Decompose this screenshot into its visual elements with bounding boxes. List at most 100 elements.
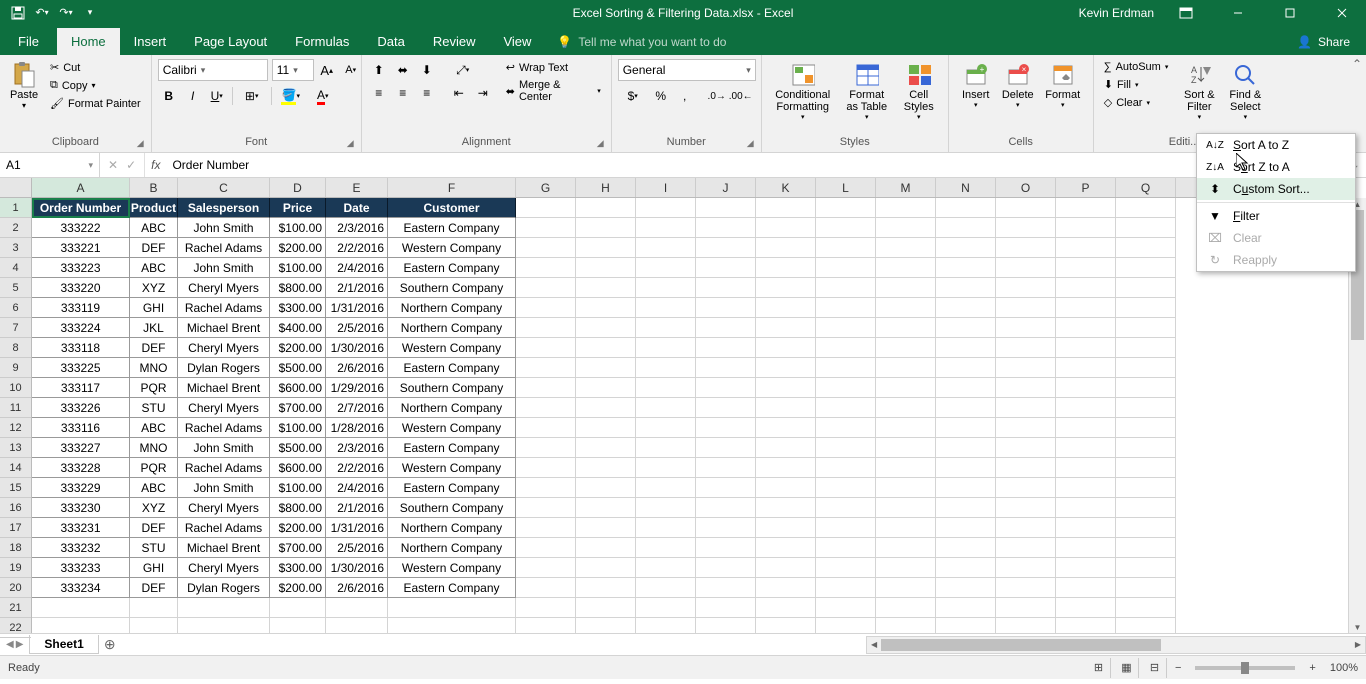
cell[interactable] <box>816 598 876 618</box>
cell[interactable] <box>936 218 996 238</box>
cell[interactable] <box>876 478 936 498</box>
bold-button[interactable]: B <box>158 85 180 107</box>
cell[interactable] <box>876 298 936 318</box>
font-name-combo[interactable]: Calibri▾ <box>158 59 268 81</box>
cell[interactable] <box>1056 218 1116 238</box>
cell[interactable] <box>756 458 816 478</box>
cell[interactable] <box>636 538 696 558</box>
cell[interactable] <box>696 598 756 618</box>
scroll-down-icon[interactable]: ▼ <box>1349 621 1366 633</box>
cell[interactable] <box>516 478 576 498</box>
cell[interactable] <box>576 318 636 338</box>
cell[interactable] <box>996 418 1056 438</box>
cell[interactable] <box>576 258 636 278</box>
cell[interactable]: Eastern Company <box>388 438 516 458</box>
cell[interactable]: Western Company <box>388 238 516 258</box>
cell[interactable] <box>876 358 936 378</box>
cell[interactable] <box>576 498 636 518</box>
cell[interactable]: Dylan Rogers <box>178 578 270 598</box>
cell[interactable]: GHI <box>130 298 178 318</box>
cell[interactable] <box>756 578 816 598</box>
cell[interactable]: 333223 <box>32 258 130 278</box>
cell[interactable]: 2/1/2016 <box>326 278 388 298</box>
cell[interactable] <box>636 338 696 358</box>
cell[interactable] <box>696 438 756 458</box>
cell[interactable] <box>816 278 876 298</box>
cell[interactable] <box>1056 458 1116 478</box>
cell[interactable] <box>996 478 1056 498</box>
cell[interactable] <box>936 618 996 633</box>
scroll-right-icon[interactable]: ▶ <box>1351 640 1365 649</box>
cell[interactable] <box>1116 378 1176 398</box>
cell[interactable]: GHI <box>130 558 178 578</box>
cell[interactable] <box>1116 278 1176 298</box>
cell[interactable] <box>516 378 576 398</box>
cell[interactable]: Cheryl Myers <box>178 398 270 418</box>
cell[interactable] <box>696 458 756 478</box>
cell[interactable] <box>876 218 936 238</box>
cell[interactable] <box>1116 258 1176 278</box>
cell[interactable] <box>388 598 516 618</box>
sort-z-to-a-item[interactable]: Z↓ASort Z to A <box>1197 156 1355 178</box>
collapse-ribbon-icon[interactable]: ⌃ <box>1352 57 1362 71</box>
cell[interactable]: 333224 <box>32 318 130 338</box>
percent-format-button[interactable]: % <box>650 85 672 107</box>
cell[interactable] <box>516 218 576 238</box>
cell[interactable] <box>996 358 1056 378</box>
column-header[interactable]: D <box>270 178 326 197</box>
cell[interactable] <box>1116 498 1176 518</box>
cell[interactable]: Eastern Company <box>388 358 516 378</box>
cell[interactable]: ABC <box>130 218 178 238</box>
header-cell[interactable]: Customer <box>388 198 516 218</box>
cell[interactable] <box>576 418 636 438</box>
cell[interactable] <box>696 298 756 318</box>
cell[interactable]: 2/6/2016 <box>326 578 388 598</box>
cell[interactable] <box>636 438 696 458</box>
cell[interactable] <box>178 598 270 618</box>
cell[interactable] <box>756 198 816 218</box>
normal-view-icon[interactable]: ⊞ <box>1087 658 1111 678</box>
new-sheet-button[interactable]: ⊕ <box>99 636 121 654</box>
cell[interactable] <box>996 338 1056 358</box>
cell[interactable] <box>1116 618 1176 633</box>
cell[interactable]: $100.00 <box>270 218 326 238</box>
cell[interactable] <box>996 438 1056 458</box>
cell[interactable]: Southern Company <box>388 278 516 298</box>
cell[interactable]: Rachel Adams <box>178 458 270 478</box>
cell[interactable] <box>270 618 326 633</box>
cell[interactable] <box>576 278 636 298</box>
cell[interactable] <box>576 338 636 358</box>
cell[interactable]: Southern Company <box>388 378 516 398</box>
cell[interactable] <box>516 458 576 478</box>
cell[interactable] <box>816 618 876 633</box>
cell[interactable] <box>1116 338 1176 358</box>
cell[interactable] <box>876 438 936 458</box>
decrease-indent-icon[interactable]: ⇤ <box>448 82 470 104</box>
conditional-formatting-button[interactable]: Conditional Formatting▾ <box>768 59 838 125</box>
cell[interactable]: 333231 <box>32 518 130 538</box>
cell[interactable] <box>1056 198 1116 218</box>
cell[interactable]: Eastern Company <box>388 218 516 238</box>
row-header[interactable]: 1 <box>0 198 31 218</box>
row-header[interactable]: 12 <box>0 418 31 438</box>
row-header[interactable]: 17 <box>0 518 31 538</box>
number-format-combo[interactable]: General▾ <box>618 59 756 81</box>
cell[interactable] <box>636 498 696 518</box>
align-center-icon[interactable]: ≡ <box>392 82 414 104</box>
cell[interactable] <box>936 498 996 518</box>
cell[interactable] <box>516 538 576 558</box>
cell[interactable] <box>1116 318 1176 338</box>
cell[interactable] <box>996 598 1056 618</box>
cell[interactable] <box>696 418 756 438</box>
cell[interactable] <box>1116 598 1176 618</box>
cell[interactable] <box>816 378 876 398</box>
cell[interactable] <box>876 458 936 478</box>
increase-indent-icon[interactable]: ⇥ <box>472 82 494 104</box>
cell[interactable]: Northern Company <box>388 298 516 318</box>
cell[interactable] <box>576 618 636 633</box>
cell[interactable] <box>696 198 756 218</box>
cell[interactable] <box>996 578 1056 598</box>
cell[interactable] <box>516 618 576 633</box>
font-dialog-launcher[interactable]: ◢ <box>347 138 359 150</box>
cell[interactable] <box>1056 398 1116 418</box>
